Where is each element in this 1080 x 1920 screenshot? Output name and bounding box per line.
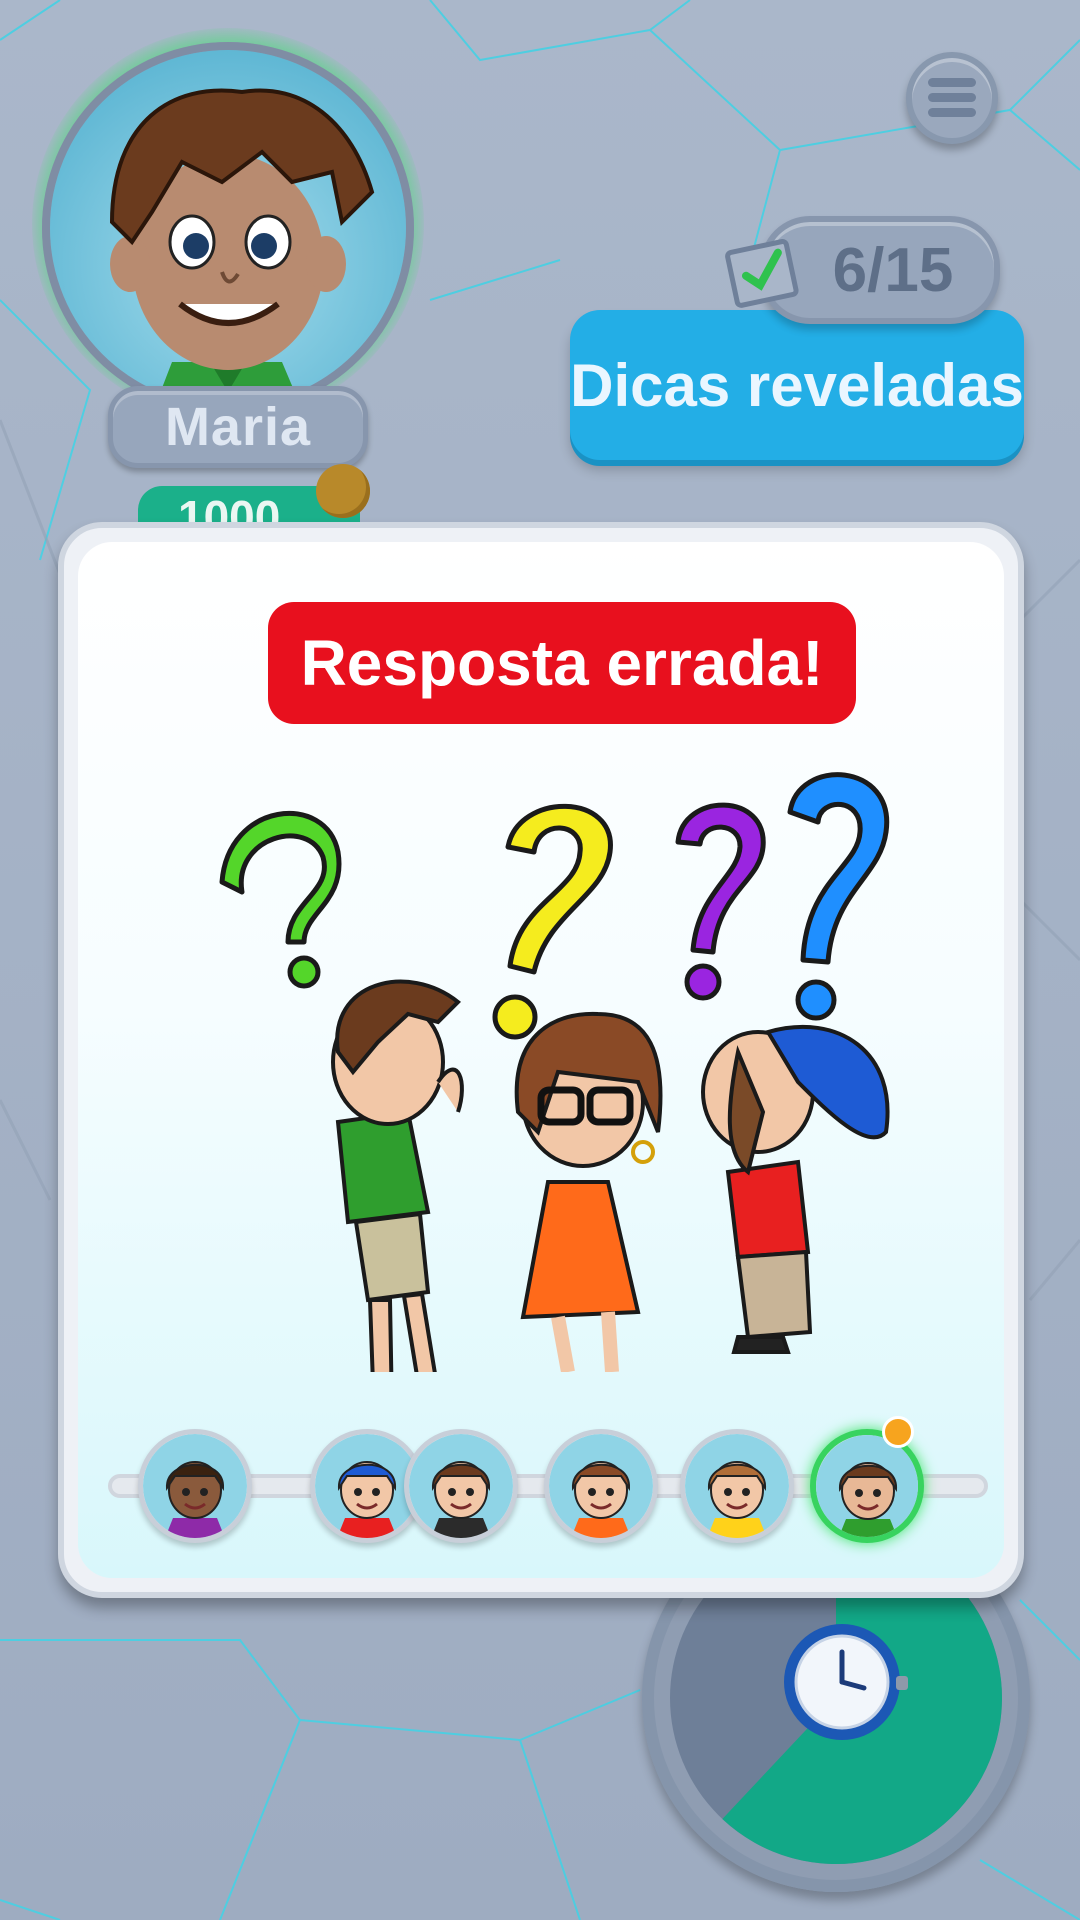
revealed-hints-button[interactable]: Dicas reveladas: [570, 310, 1024, 460]
result-card: Resposta errada!: [58, 522, 1024, 1598]
thinking-children-question-marks-illustration: [219, 772, 890, 1372]
result-card-inner: Resposta errada!: [78, 542, 1004, 1578]
player-slot: [544, 1429, 658, 1543]
player-avatar-glasses-girl-icon: [549, 1434, 653, 1538]
player-slot: [810, 1429, 924, 1543]
player-slot: [138, 1429, 252, 1543]
coin-icon: [316, 464, 370, 518]
check-note-icon: [725, 239, 799, 308]
player-slot: [404, 1429, 518, 1543]
menu-button[interactable]: [906, 52, 998, 144]
player-name-label: Maria: [108, 386, 368, 468]
wrong-answer-banner: Resposta errada!: [268, 602, 856, 724]
player-avatar-brown-hair-boy-icon: [816, 1435, 918, 1537]
player-avatar-long-hair-girl-icon: [409, 1434, 513, 1538]
active-player-badge: [882, 1416, 914, 1448]
player-avatar: [42, 42, 414, 414]
hamburger-menu-icon: [928, 78, 976, 117]
boy-avatar-icon: [50, 50, 406, 414]
player-avatar-blonde-girl-icon: [685, 1434, 789, 1538]
player-avatar-curly-girl-icon: [143, 1434, 247, 1538]
player-slot: [680, 1429, 794, 1543]
